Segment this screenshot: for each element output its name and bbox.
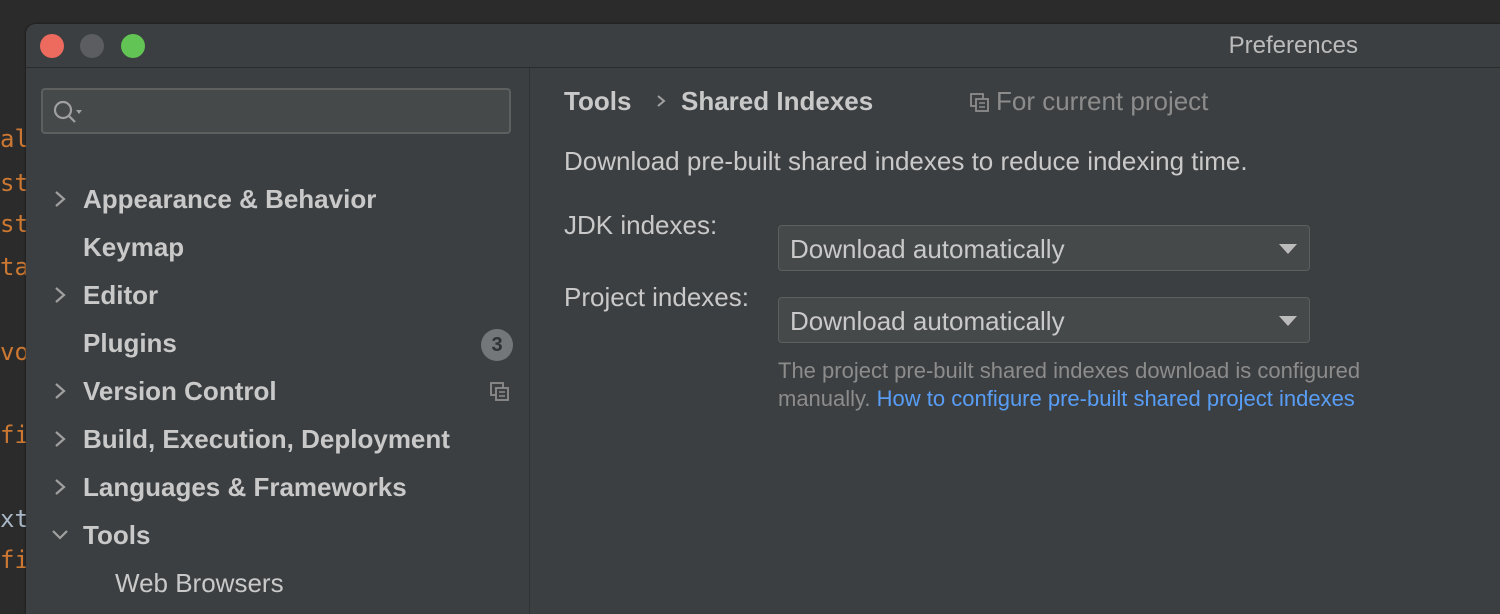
chevron-right-icon bbox=[55, 191, 66, 207]
code-fragment: ta bbox=[0, 253, 26, 281]
sidebar-item-label: Appearance & Behavior bbox=[83, 184, 377, 214]
sidebar-item-version-control[interactable]: Version Control bbox=[26, 372, 529, 412]
window-title: Preferences bbox=[1228, 32, 1358, 59]
chevron-right-icon bbox=[55, 383, 66, 399]
title-bar: Preferences bbox=[26, 24, 1500, 68]
sidebar-item-label: Version Control bbox=[83, 376, 277, 406]
project-indexes-value: Download automatically bbox=[790, 306, 1065, 336]
chevron-right-icon bbox=[55, 479, 66, 495]
chevron-down-icon bbox=[52, 530, 68, 540]
breadcrumb-chevron-icon bbox=[657, 95, 666, 107]
code-fragment: st bbox=[0, 169, 26, 197]
project-scope-icon bbox=[490, 382, 509, 401]
sidebar-item-label: Plugins bbox=[83, 328, 177, 358]
sidebar-item-label: Build, Execution, Deployment bbox=[83, 424, 450, 454]
page-description: Download pre-built shared indexes to red… bbox=[564, 146, 1248, 176]
jdk-indexes-dropdown[interactable]: Download automatically bbox=[778, 225, 1310, 271]
maximize-window-button[interactable] bbox=[121, 34, 145, 58]
project-indexes-dropdown[interactable]: Download automatically bbox=[778, 297, 1310, 343]
scope-label: For current project bbox=[996, 86, 1209, 116]
settings-sidebar: Appearance & Behavior Keymap Editor Plug… bbox=[26, 68, 530, 614]
chevron-right-icon bbox=[55, 431, 66, 447]
sidebar-item-editor[interactable]: Editor bbox=[26, 276, 529, 316]
chevron-right-icon bbox=[55, 287, 66, 303]
settings-search-input[interactable] bbox=[41, 88, 511, 134]
sidebar-item-plugins[interactable]: Plugins 3 bbox=[26, 324, 529, 364]
breadcrumb-parent[interactable]: Tools bbox=[564, 86, 631, 117]
search-icon bbox=[53, 100, 82, 123]
sidebar-item-label: Languages & Frameworks bbox=[83, 472, 407, 502]
settings-content: Tools Shared Indexes For current project… bbox=[530, 68, 1500, 614]
sidebar-item-keymap[interactable]: Keymap bbox=[26, 228, 529, 268]
configuration-hint: The project pre-built shared indexes dow… bbox=[778, 357, 1458, 413]
code-fragment: st bbox=[0, 210, 26, 238]
sidebar-item-label: Keymap bbox=[83, 232, 185, 262]
jdk-indexes-value: Download automatically bbox=[790, 234, 1065, 264]
jdk-indexes-label: JDK indexes: bbox=[564, 210, 718, 240]
code-fragment: al bbox=[0, 125, 26, 153]
dropdown-arrow-icon bbox=[1279, 316, 1297, 326]
sidebar-item-tools[interactable]: Tools bbox=[26, 516, 529, 556]
sidebar-item-appearance-behavior[interactable]: Appearance & Behavior bbox=[26, 180, 529, 220]
sidebar-item-languages-frameworks[interactable]: Languages & Frameworks bbox=[26, 468, 529, 508]
code-fragment: fi bbox=[0, 546, 26, 574]
sidebar-item-build-execution-deployment[interactable]: Build, Execution, Deployment bbox=[26, 420, 529, 460]
sidebar-item-label: Web Browsers bbox=[115, 568, 284, 598]
code-fragment: fi bbox=[0, 421, 26, 449]
sidebar-item-label: Tools bbox=[83, 520, 151, 550]
preferences-window: Preferences Appearance & Behavior Keymap… bbox=[26, 24, 1500, 614]
configure-shared-indexes-link[interactable]: How to configure pre-built shared projec… bbox=[877, 386, 1355, 411]
dropdown-arrow-icon bbox=[1279, 244, 1297, 254]
sidebar-item-web-browsers[interactable]: Web Browsers bbox=[26, 564, 529, 604]
code-fragment: xt bbox=[0, 505, 26, 533]
project-indexes-label: Project indexes: bbox=[564, 282, 749, 312]
editor-background: al st st ta vo fi xt fi bbox=[0, 0, 26, 600]
sidebar-item-label: Editor bbox=[83, 280, 159, 310]
code-fragment: vo bbox=[0, 338, 26, 366]
breadcrumb-current: Shared Indexes bbox=[681, 86, 874, 116]
plugins-update-badge: 3 bbox=[481, 329, 513, 361]
minimize-window-button[interactable] bbox=[80, 34, 104, 58]
close-window-button[interactable] bbox=[40, 34, 64, 58]
project-scope-icon bbox=[970, 93, 989, 112]
